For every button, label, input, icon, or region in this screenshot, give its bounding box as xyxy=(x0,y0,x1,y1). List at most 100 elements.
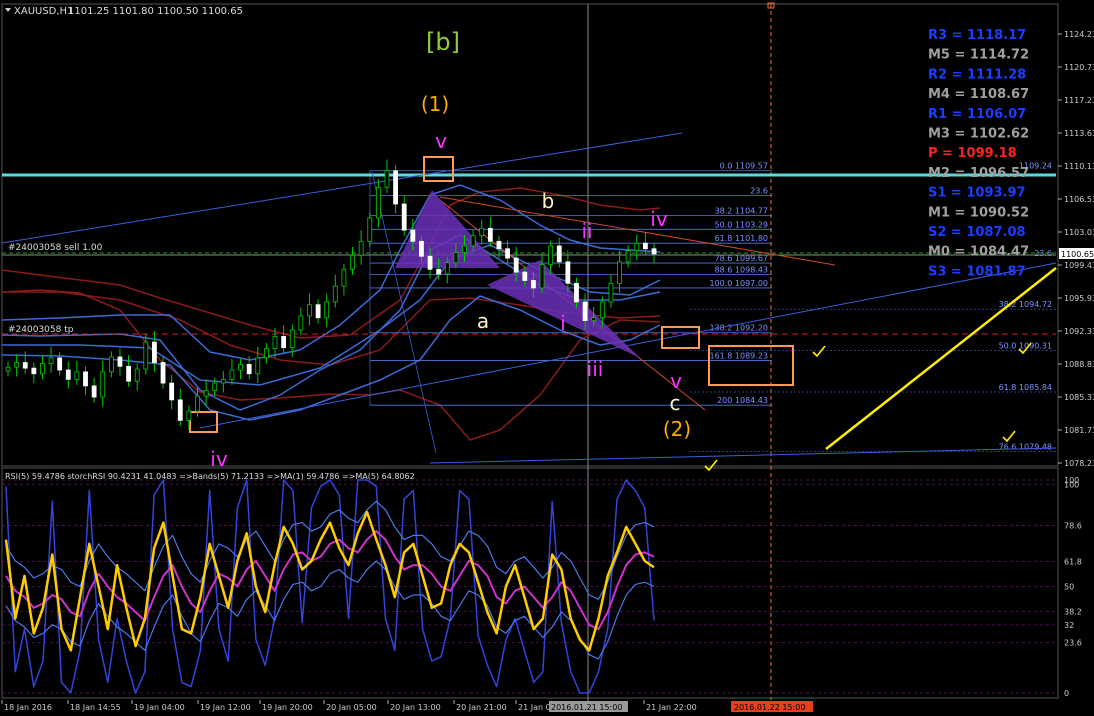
candle-body xyxy=(565,261,571,284)
time-label: 18 Jan 14:55 xyxy=(70,703,121,712)
candle-body xyxy=(582,301,588,321)
candle-body xyxy=(229,369,235,380)
candle-body xyxy=(195,395,200,412)
fib-label: 23.6 xyxy=(750,187,768,196)
candle-body xyxy=(143,341,149,370)
time-label: 18 Jan 2016 xyxy=(4,703,52,712)
candle-body xyxy=(40,363,45,375)
fib-label: 0.0 1109.57 xyxy=(720,162,768,171)
candle-body xyxy=(608,282,614,303)
candle-body xyxy=(100,371,106,398)
rsi-tick-label: 61.8 xyxy=(1064,557,1082,566)
wave-label-v-low: v xyxy=(670,369,682,393)
pivot-label: R3 = 1118.17 xyxy=(928,28,1026,43)
candle-body xyxy=(444,262,450,275)
candle-body xyxy=(160,362,166,384)
candle-body xyxy=(513,257,519,273)
time-label: 19 Jan 20:00 xyxy=(262,703,313,712)
candle-body xyxy=(410,229,416,242)
rsi-tick-label: 38.2 xyxy=(1064,608,1082,617)
sell-trade-label: #24003058 sell 1.00 xyxy=(8,243,103,253)
pivot-label: S1 = 1093.97 xyxy=(928,186,1026,201)
candle-body xyxy=(212,382,218,391)
candle-body xyxy=(393,170,399,205)
pivot-label: M2 = 1096.57 xyxy=(928,166,1029,181)
candle-body xyxy=(238,364,243,371)
price-tick-label: 1078.23 xyxy=(1064,459,1094,468)
candle-body xyxy=(384,170,390,188)
candle-body xyxy=(591,317,597,321)
candle-body xyxy=(436,268,442,275)
candle-body xyxy=(74,371,80,380)
price-chart-svg: 0.0 1109.57 23.6 38.2 1104.77 50.0 1103.29 6… xyxy=(0,0,1094,712)
candle-body xyxy=(375,186,381,219)
candle-body xyxy=(358,240,364,256)
wave-label-2: (2) xyxy=(663,417,691,441)
wave-label-iv-bottom: iv xyxy=(210,447,228,471)
candle-body xyxy=(642,242,648,250)
candle-body xyxy=(341,268,347,287)
candle-body xyxy=(272,336,278,349)
wave-label-a: a xyxy=(477,309,489,333)
candle-body xyxy=(186,410,192,421)
candle-body xyxy=(651,248,657,255)
candle-body xyxy=(117,356,123,367)
price-tick-label: 1120.73 xyxy=(1064,63,1094,72)
candle-body xyxy=(22,362,28,369)
candle-body xyxy=(522,271,528,281)
price-tick-label: 1103.03 xyxy=(1064,228,1094,237)
pivot-label: S3 = 1081.87 xyxy=(928,264,1026,279)
chart-window: 0.0 1109.57 23.6 38.2 1104.77 50.0 1103.29 6… xyxy=(0,0,1094,712)
pivot-label: P = 1099.18 xyxy=(928,146,1017,161)
rsi-tick-label: 100 xyxy=(1064,480,1079,489)
candle-body xyxy=(255,357,261,375)
fib-label: 61.8 1101.80 xyxy=(715,234,768,243)
candle-body xyxy=(531,280,536,289)
candle-body xyxy=(48,357,54,364)
pivot-label: R2 = 1111.28 xyxy=(928,67,1026,82)
time-label: 19 Jan 04:00 xyxy=(134,703,185,712)
candle-body xyxy=(556,245,562,263)
candle-body xyxy=(332,285,338,303)
candle-body xyxy=(634,242,640,252)
fib-label: 200 1084.43 xyxy=(717,396,768,405)
rsi-tick-label: 32 xyxy=(1064,621,1074,630)
candle-body xyxy=(246,364,252,375)
fib-label: 50.0 1103.29 xyxy=(715,220,768,229)
price-tick-label: 1124.23 xyxy=(1064,30,1094,39)
ohlc-values: 1101.25 1101.80 1100.50 1100.65 xyxy=(68,6,243,17)
wave-label-c: c xyxy=(670,391,681,415)
fib-right-label: 61.8 1085.84 xyxy=(999,383,1052,392)
wave-label-v-top: v xyxy=(435,129,447,153)
wave-label-iii: iii xyxy=(587,357,604,381)
pivot-label: M5 = 1114.72 xyxy=(928,48,1029,63)
wave-label-ii: ii xyxy=(581,219,592,243)
candle-body xyxy=(5,366,11,372)
price-tick-label: 1095.93 xyxy=(1064,294,1094,303)
candle-body xyxy=(350,254,355,270)
tp-trade-label: #24003058 tp xyxy=(8,325,74,335)
candle-body xyxy=(419,240,424,257)
wave-label-1: (1) xyxy=(421,92,449,116)
price-tick-label: 1088.83 xyxy=(1064,360,1094,369)
candle-body xyxy=(599,301,605,319)
candle-body xyxy=(14,362,20,368)
current-price-label: 1100.65 xyxy=(1061,250,1094,259)
fib-label: 38.2 1104.77 xyxy=(715,206,768,215)
candle-body xyxy=(220,378,226,384)
pivot-label: S2 = 1087.08 xyxy=(928,225,1026,240)
price-tick-label: 1113.63 xyxy=(1064,129,1094,138)
time-highlight-label: 2016.01.21 15:00 xyxy=(551,703,622,712)
wave-label-i: i xyxy=(560,311,566,335)
candle-body xyxy=(134,368,140,382)
candle-body xyxy=(505,248,510,259)
candle-body xyxy=(307,304,312,317)
candle-body xyxy=(548,245,554,266)
pivot-label: M4 = 1108.67 xyxy=(928,87,1029,102)
symbol-label: XAUUSD,H1 xyxy=(14,6,73,17)
rsi-tick-label: 50 xyxy=(1064,583,1074,592)
rsi-tick-label: 23.6 xyxy=(1064,639,1082,648)
price-tick-label: 1106.53 xyxy=(1064,195,1094,204)
candle-body xyxy=(57,357,63,371)
rsi-tick-label: 0 xyxy=(1064,689,1069,698)
